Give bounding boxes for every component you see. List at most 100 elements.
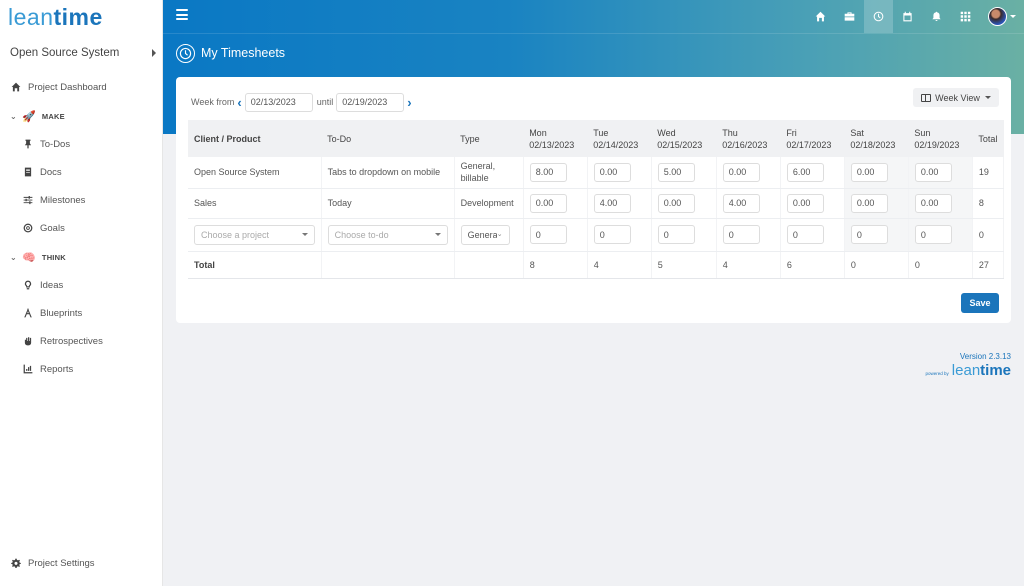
topbar-divider [163, 33, 1024, 34]
caret-down-icon [1010, 15, 1016, 18]
calendar-icon[interactable] [893, 0, 922, 33]
row-total: 0 [972, 218, 1005, 252]
hours-input[interactable] [722, 225, 760, 244]
col-header-todo: To-Do [321, 120, 455, 157]
col-header-client: Client / Product [188, 120, 322, 157]
compass-icon [22, 307, 34, 319]
col-header-day: Wed 02/15/2023 [651, 120, 717, 157]
powered-by-logo[interactable]: powered by leantime [926, 362, 1011, 379]
todo-select[interactable]: Choose to-do [327, 224, 448, 245]
col-header-type: Type [454, 120, 524, 157]
type-select[interactable]: General ⌄ [460, 224, 510, 245]
week-from-date-input[interactable] [244, 92, 313, 112]
col-header-day: Sat 02/18/2023 [844, 120, 909, 157]
caret-down-icon [301, 233, 308, 236]
hours-input[interactable] [593, 193, 631, 213]
col-header-day: Mon 02/13/2023 [523, 120, 588, 157]
version-label: Version 2.3.13 [959, 352, 1011, 361]
caret-down-icon [434, 233, 441, 236]
hours-input[interactable] [529, 162, 567, 182]
day-total: 0 [908, 251, 973, 279]
table-header-row: Client / Product To-Do Type Mon 02/13/202… [188, 120, 1004, 157]
day-total: 5 [651, 251, 717, 279]
day-total: 4 [716, 251, 781, 279]
hours-input[interactable] [786, 225, 824, 244]
user-menu[interactable] [980, 0, 1024, 33]
hours-input[interactable] [850, 193, 888, 213]
pin-icon [22, 138, 34, 150]
hours-input[interactable] [657, 225, 695, 244]
sidebar-item-blueprints[interactable]: Blueprints [22, 305, 82, 321]
row-total: 19 [972, 157, 1005, 189]
hours-input[interactable] [914, 225, 952, 244]
chevron-down-icon: ⌄ [10, 111, 17, 121]
day-total: 8 [523, 251, 588, 279]
hours-input[interactable] [786, 162, 824, 182]
target-icon [22, 222, 34, 234]
save-button[interactable]: Save [961, 293, 999, 313]
hours-input[interactable] [529, 225, 567, 244]
hours-input[interactable] [529, 193, 567, 213]
new-entry-row: Choose a project Choose to-do General ⌄ 0 [188, 218, 1005, 252]
next-week-button[interactable]: › [407, 95, 411, 110]
previous-week-button[interactable]: ‹ [237, 95, 241, 110]
hours-input[interactable] [914, 162, 952, 182]
menu-toggle-icon[interactable] [176, 9, 188, 20]
sidebar-item-milestones[interactable]: Milestones [22, 192, 85, 208]
project-select[interactable]: Choose a project [194, 224, 315, 245]
columns-icon [921, 93, 932, 102]
hours-input[interactable] [850, 162, 888, 182]
hours-input[interactable] [914, 193, 952, 213]
hours-input[interactable] [593, 162, 631, 182]
sidebar: leantime Open Source System Project Dash… [0, 0, 163, 586]
todo-cell[interactable]: Tabs to dropdown on mobile [321, 157, 455, 189]
leantime-logo[interactable]: leantime [8, 4, 103, 32]
clock-icon[interactable] [864, 0, 893, 33]
sidebar-item-project-dashboard[interactable]: Project Dashboard [10, 79, 107, 95]
home-icon [10, 81, 22, 93]
row-total: 8 [972, 188, 1005, 219]
project-name: Open Source System [10, 47, 120, 59]
week-view-dropdown[interactable]: Week View [913, 88, 999, 107]
grand-total: 27 [972, 251, 1005, 279]
sidebar-item-project-settings[interactable]: Project Settings [10, 555, 95, 571]
hours-input[interactable] [850, 225, 888, 244]
sidebar-item-todos[interactable]: To-Dos [22, 136, 70, 152]
week-until-date-input[interactable] [336, 92, 405, 112]
hours-input[interactable] [722, 162, 760, 182]
lightbulb-icon [22, 279, 34, 291]
sidebar-item-goals[interactable]: Goals [22, 220, 65, 236]
hours-input[interactable] [722, 193, 760, 213]
todo-cell[interactable]: Today [321, 188, 455, 219]
briefcase-icon[interactable] [835, 0, 864, 33]
sidebar-item-retrospectives[interactable]: Retrospectives [22, 333, 103, 349]
caret-down-icon [984, 96, 991, 99]
page-title: My Timesheets [176, 43, 285, 63]
avatar [988, 7, 1007, 26]
sidebar-item-reports[interactable]: Reports [22, 361, 73, 377]
top-navigation [806, 0, 1024, 33]
home-icon[interactable] [806, 0, 835, 33]
sidebar-section-make[interactable]: ⌄ 🚀 MAKE [10, 108, 65, 124]
project-selector[interactable]: Open Source System [10, 44, 156, 62]
hours-input[interactable] [786, 193, 824, 213]
sidebar-section-think[interactable]: ⌄ 🧠 THINK [10, 249, 66, 265]
sidebar-item-docs[interactable]: Docs [22, 164, 62, 180]
totals-row: Total 8 4 5 4 6 0 0 27 [188, 251, 1005, 279]
caret-right-icon [152, 49, 156, 57]
type-cell: General, billable [454, 157, 524, 189]
hours-input[interactable] [593, 225, 631, 244]
client-cell: Sales [188, 188, 322, 219]
bell-icon[interactable] [922, 0, 951, 33]
gear-icon [10, 557, 22, 569]
hours-input[interactable] [657, 193, 695, 213]
hours-input[interactable] [657, 162, 695, 182]
sidebar-item-ideas[interactable]: Ideas [22, 277, 63, 293]
week-selector: Week from ‹ until › [191, 92, 415, 112]
col-header-day: Sun 02/19/2023 [908, 120, 973, 157]
apps-grid-icon[interactable] [951, 0, 980, 33]
day-total: 6 [780, 251, 845, 279]
rocket-icon: 🚀 [22, 110, 36, 123]
col-header-day: Thu 02/16/2023 [716, 120, 781, 157]
client-cell: Open Source System [188, 157, 322, 189]
